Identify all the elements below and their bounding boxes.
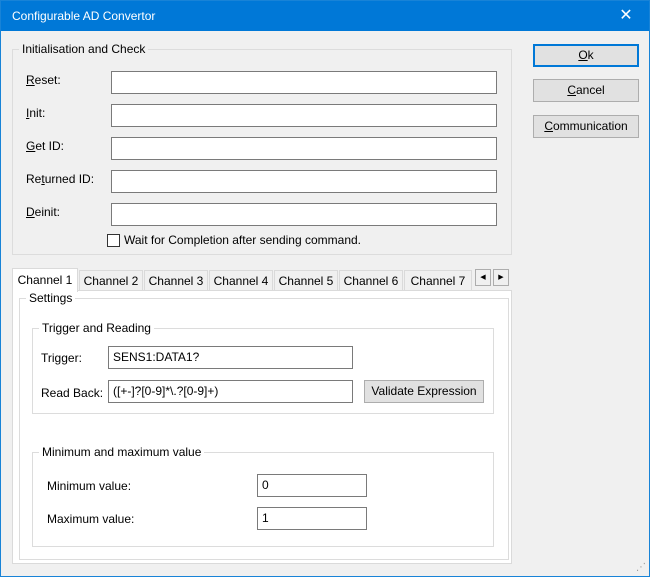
readback-label: Read Back: — [41, 386, 104, 400]
trigger-input[interactable]: SENS1:DATA1? — [108, 346, 353, 369]
tab-channel-2[interactable]: Channel 2 — [79, 270, 143, 291]
tab-channel-6[interactable]: Channel 6 — [339, 270, 403, 291]
init-label-text: nit: — [29, 106, 46, 120]
communication-button-label: ommunication — [552, 119, 628, 133]
close-icon[interactable]: ✕ — [603, 1, 649, 31]
wait-completion-checkbox[interactable] — [107, 234, 120, 247]
window-title: Configurable AD Convertor — [12, 9, 156, 23]
trigger-reading-title: Trigger and Reading — [39, 321, 154, 335]
resize-grip-icon[interactable]: ⋰ — [636, 563, 646, 573]
reset-label-hotkey: R — [26, 73, 35, 87]
init-input[interactable] — [111, 104, 497, 127]
wait-completion-label[interactable]: Wait for Completion after sending comman… — [124, 233, 361, 247]
min-value-input[interactable]: 0 — [257, 474, 367, 497]
reset-input[interactable] — [111, 71, 497, 94]
reset-label-text: eset: — [34, 73, 61, 87]
get-id-label-hotkey: G — [26, 139, 36, 153]
min-max-title: Minimum and maximum value — [39, 445, 205, 459]
returned-id-label-pre: Re — [26, 172, 42, 186]
ok-button-label: k — [587, 48, 594, 62]
reset-label: Reset: — [26, 73, 61, 87]
title-bar[interactable]: Configurable AD Convertor ✕ — [1, 1, 649, 31]
ok-button-hotkey: O — [578, 48, 588, 62]
tab-channel-4[interactable]: Channel 4 — [209, 270, 273, 291]
settings-group-title: Settings — [26, 291, 76, 305]
cancel-button[interactable]: Cancel — [533, 79, 639, 102]
max-value-label: Maximum value: — [47, 512, 135, 526]
tab-channel-7[interactable]: Channel 7 — [404, 270, 472, 291]
min-value-label: Minimum value: — [47, 479, 132, 493]
channel-tab-panel: Settings Trigger and Reading Trigger: SE… — [12, 290, 512, 564]
deinit-input[interactable] — [111, 203, 497, 226]
cancel-button-label: ancel — [575, 83, 605, 97]
cancel-button-hotkey: C — [567, 83, 576, 97]
init-label: Init: — [26, 106, 45, 120]
deinit-label: Deinit: — [26, 205, 60, 219]
dialog-window: Configurable AD Convertor ✕ Initialisati… — [0, 0, 650, 577]
validate-expression-button[interactable]: Validate Expression — [364, 380, 484, 403]
tab-channel-5[interactable]: Channel 5 — [274, 270, 338, 291]
get-id-label-text: et ID: — [35, 139, 65, 153]
tab-channel-3[interactable]: Channel 3 — [144, 270, 208, 291]
tab-scroll-left-icon[interactable]: ◀ — [475, 269, 491, 286]
trigger-label: Trigger: — [41, 351, 82, 365]
communication-button-hotkey: C — [544, 119, 553, 133]
returned-id-label-text: urned ID: — [44, 172, 95, 186]
ok-button[interactable]: Ok — [533, 44, 639, 67]
tab-scroll-right-icon[interactable]: ▶ — [493, 269, 509, 286]
get-id-label: Get ID: — [26, 139, 64, 153]
returned-id-label: Returned ID: — [26, 172, 94, 186]
communication-button[interactable]: Communication — [533, 115, 639, 138]
get-id-input[interactable] — [111, 137, 497, 160]
deinit-label-hotkey: D — [26, 205, 35, 219]
readback-input[interactable]: ([+-]?[0-9]*\.?[0-9]+) — [108, 380, 353, 403]
returned-id-input[interactable] — [111, 170, 497, 193]
max-value-input[interactable]: 1 — [257, 507, 367, 530]
deinit-label-text: einit: — [34, 205, 61, 219]
tab-channel-1[interactable]: Channel 1 — [12, 268, 78, 292]
init-group-title: Initialisation and Check — [19, 42, 149, 56]
min-max-group: Minimum and maximum value — [32, 445, 494, 547]
